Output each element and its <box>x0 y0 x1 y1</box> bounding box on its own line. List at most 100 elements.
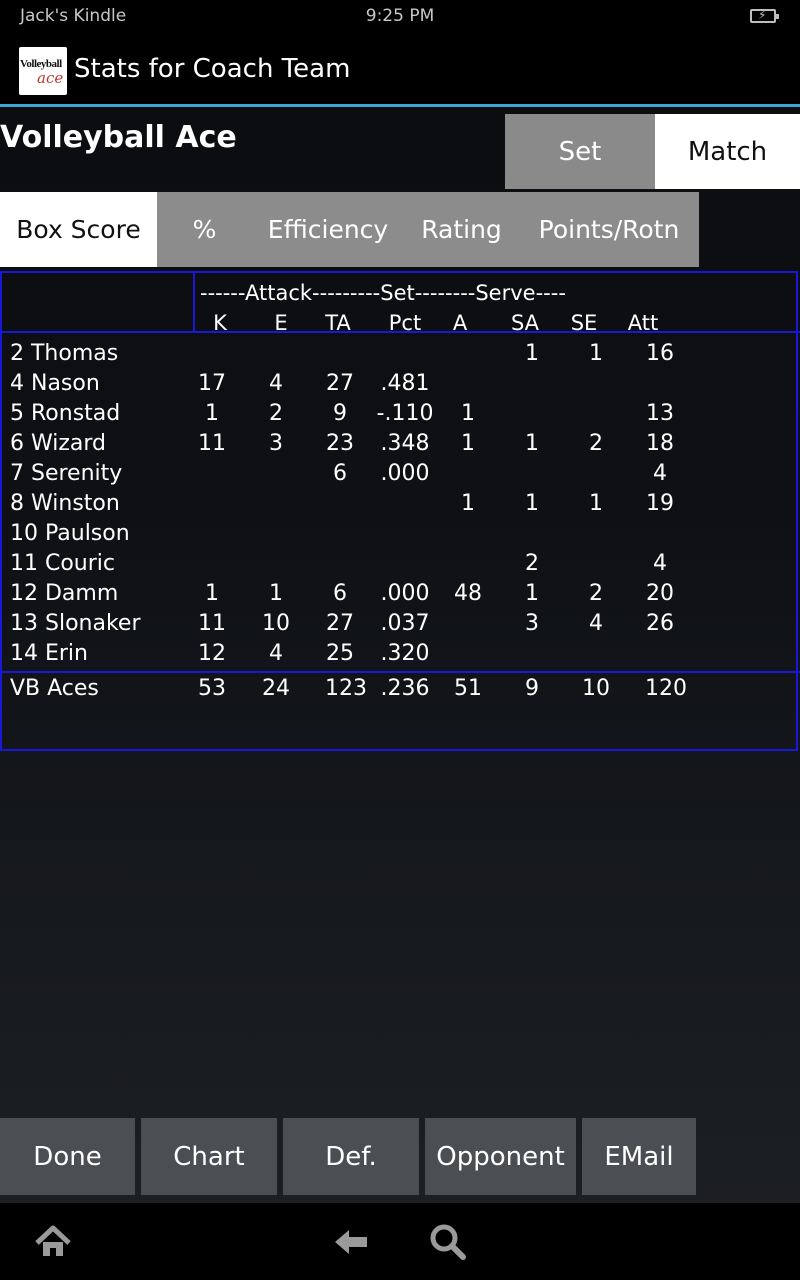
stat-cell: 2 <box>589 581 603 606</box>
player-name: 12 Damm <box>10 581 119 606</box>
team-total-cell: 53 <box>198 676 226 701</box>
column-header: Att <box>627 311 659 335</box>
team-total-cell: 10 <box>582 676 610 701</box>
set-toggle-button[interactable]: Set <box>505 114 655 189</box>
player-name: 11 Couric <box>10 551 116 576</box>
column-header: TA <box>325 311 351 335</box>
stat-cell: 1 <box>205 401 219 426</box>
stat-cell: 13 <box>646 401 674 426</box>
home-icon[interactable] <box>33 1222 73 1262</box>
column-group-header: ------Attack---------Set--------Serve---… <box>200 281 566 305</box>
player-name: 10 Paulson <box>10 521 130 546</box>
chart-button[interactable]: Chart <box>141 1118 277 1195</box>
team-total-cell: 123 <box>325 676 367 701</box>
stat-cell: 23 <box>326 431 354 456</box>
stat-cell: 6 <box>333 581 347 606</box>
stat-cell: 2 <box>589 431 603 456</box>
tab-points-per-rotation[interactable]: Points/Rotn <box>519 192 699 267</box>
stat-cell: 3 <box>525 611 539 636</box>
column-header: E <box>274 311 288 335</box>
stat-cell: -.110 <box>376 401 434 426</box>
stat-cell: 4 <box>269 641 283 666</box>
stat-cell: 1 <box>525 431 539 456</box>
team-total-cell: 24 <box>262 676 290 701</box>
stat-cell: .320 <box>380 641 430 666</box>
navigation-bar <box>0 1203 800 1280</box>
player-name: 6 Wizard <box>10 431 107 456</box>
back-arrow-icon[interactable] <box>332 1222 372 1262</box>
stat-cell: 6 <box>333 461 347 486</box>
team-total-cell: 120 <box>645 676 687 701</box>
stat-cell: .000 <box>380 461 430 486</box>
team-total-name: VB Aces <box>10 676 99 701</box>
stat-cell: 9 <box>333 401 347 426</box>
team-total-cell: .236 <box>380 676 430 701</box>
stat-cell: 27 <box>326 371 354 396</box>
page-title: Volleyball Ace <box>0 120 237 155</box>
stat-cell: 1 <box>525 341 539 366</box>
team-total-cell: 9 <box>525 676 539 701</box>
player-name: 4 Nason <box>10 371 100 396</box>
status-time: 9:25 PM <box>365 6 435 26</box>
stat-cell: 12 <box>198 641 226 666</box>
done-button[interactable]: Done <box>0 1118 135 1195</box>
battery-icon: ⚡ <box>750 8 779 23</box>
stat-cell: 11 <box>198 431 226 456</box>
column-header: K <box>213 311 227 335</box>
stat-cell: 48 <box>454 581 482 606</box>
player-name: 5 Ronstad <box>10 401 121 426</box>
action-bar-title: Stats for Coach Team <box>74 54 351 84</box>
stat-cell: 4 <box>653 551 667 576</box>
tab-rating[interactable]: Rating <box>404 192 519 267</box>
stat-cell: 3 <box>269 431 283 456</box>
column-header: A <box>452 311 468 335</box>
email-button[interactable]: EMail <box>582 1118 696 1195</box>
stat-cell: 1 <box>269 581 283 606</box>
stat-cell: 2 <box>525 551 539 576</box>
stat-cell: 1 <box>525 581 539 606</box>
player-name: 14 Erin <box>10 641 88 666</box>
stat-cell: 10 <box>262 611 290 636</box>
stat-cell: 25 <box>326 641 354 666</box>
stat-cell: 27 <box>326 611 354 636</box>
stat-cell: 1 <box>525 491 539 516</box>
match-toggle-button[interactable]: Match <box>655 114 800 189</box>
stat-cell: 2 <box>269 401 283 426</box>
stat-cell: .000 <box>380 581 430 606</box>
stat-cell: 18 <box>646 431 674 456</box>
player-name: 8 Winston <box>10 491 120 516</box>
stat-cell: 11 <box>198 611 226 636</box>
player-name: 2 Thomas <box>10 341 119 366</box>
stat-cell: 1 <box>461 431 475 456</box>
stat-cell: 1 <box>461 401 475 426</box>
stat-cell: 4 <box>269 371 283 396</box>
defense-button[interactable]: Def. <box>283 1118 419 1195</box>
player-name: 13 Slonaker <box>10 611 141 636</box>
stat-cell: 1 <box>461 491 475 516</box>
column-header: SE <box>570 311 598 335</box>
player-name: 7 Serenity <box>10 461 123 486</box>
logo-script: ace <box>37 69 64 87</box>
stat-cell: 16 <box>646 341 674 366</box>
opponent-button[interactable]: Opponent <box>425 1118 576 1195</box>
column-header: SA <box>510 311 540 335</box>
total-divider <box>0 671 800 673</box>
stat-cell: .037 <box>380 611 430 636</box>
stat-cell: .481 <box>380 371 430 396</box>
team-total-cell: 51 <box>454 676 482 701</box>
action-bar: Volleyball ace Stats for Coach Team <box>0 34 800 107</box>
stat-cell: 1 <box>205 581 219 606</box>
stat-cell: 1 <box>589 341 603 366</box>
tab-efficiency[interactable]: Efficiency <box>252 192 404 267</box>
stat-cell: 19 <box>646 491 674 516</box>
tab-box-score[interactable]: Box Score <box>0 192 157 267</box>
stat-cell: 26 <box>646 611 674 636</box>
stat-cell: 4 <box>653 461 667 486</box>
search-icon[interactable] <box>428 1222 468 1262</box>
tab-percent[interactable]: % <box>157 192 252 267</box>
stat-cell: 17 <box>198 371 226 396</box>
stat-cell: 1 <box>589 491 603 516</box>
stat-cell: 4 <box>589 611 603 636</box>
app-logo[interactable]: Volleyball ace <box>19 47 67 95</box>
stat-cell: 20 <box>646 581 674 606</box>
